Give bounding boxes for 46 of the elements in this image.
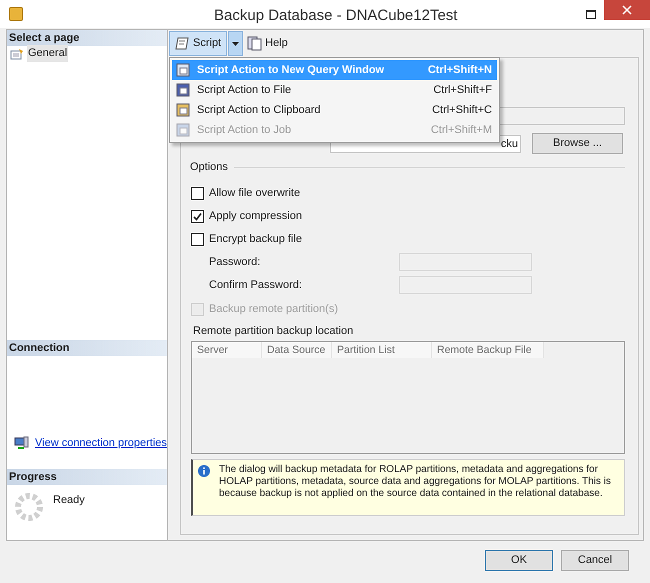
section-header: Progress xyxy=(7,469,167,485)
document-icon xyxy=(175,82,191,98)
column-header[interactable]: Server xyxy=(192,342,262,358)
group-title: Options xyxy=(190,160,228,175)
section-label: Remote partition backup location xyxy=(192,324,354,338)
checkbox[interactable] xyxy=(191,210,204,222)
browse-button[interactable]: Browse ... xyxy=(532,133,623,154)
connection-link[interactable]: View connection properties xyxy=(35,434,167,452)
page-icon xyxy=(10,48,24,60)
book-icon xyxy=(247,36,262,51)
info-message: The dialog will backup metadata for ROLAP partitions, metadata and aggregations for HOLAP partitions, metadata, source data and aggregations for MOLAP partitions. This is because backup is not applied on the source data contained in the relational database. xyxy=(219,464,612,500)
password-field[interactable] xyxy=(399,276,532,294)
spinner-icon xyxy=(14,492,44,522)
checkbox[interactable] xyxy=(191,186,204,200)
column-header[interactable]: Partition List xyxy=(332,342,432,358)
window-title: Backup Database - DNACube12Test xyxy=(214,6,458,26)
page-item[interactable]: General xyxy=(27,45,68,62)
section-header: Connection xyxy=(7,340,167,356)
scroll-icon xyxy=(175,36,190,51)
password-field[interactable] xyxy=(399,253,532,271)
document-icon xyxy=(175,62,191,78)
field-label: Confirm Password: xyxy=(209,278,303,293)
checkbox[interactable] xyxy=(191,232,204,246)
progress-status: Ready xyxy=(53,493,85,508)
cancel-button[interactable]: Cancel xyxy=(561,550,629,571)
caret-icon xyxy=(232,42,240,46)
column-header[interactable]: Remote Backup File xyxy=(432,342,544,358)
checkbox-label: Allow file overwrite xyxy=(209,186,300,201)
ok-button[interactable]: OK xyxy=(485,550,553,571)
info-icon xyxy=(198,464,210,476)
section-header: Select a page xyxy=(7,30,167,46)
menu-item[interactable]: Script Action to File Ctrl+Shift+F xyxy=(172,80,497,100)
field-label: Password: xyxy=(209,254,262,270)
checkbox-label: Backup remote partition(s) xyxy=(209,302,338,317)
checkbox-label: Apply compression xyxy=(209,208,302,224)
help-button[interactable]: Help xyxy=(244,31,291,56)
checkbox-label: Encrypt backup file xyxy=(209,232,302,247)
computer-icon xyxy=(14,436,29,450)
column-header[interactable]: Data Source xyxy=(262,342,332,358)
menu-item[interactable]: Script Action to Clipboard Ctrl+Shift+C xyxy=(172,100,497,120)
close-icon[interactable] xyxy=(604,0,650,20)
dropdown-button[interactable] xyxy=(228,31,244,56)
document-icon xyxy=(175,102,191,118)
app-icon xyxy=(9,7,23,21)
document-icon xyxy=(175,122,191,138)
script-button[interactable]: Script xyxy=(169,31,228,56)
